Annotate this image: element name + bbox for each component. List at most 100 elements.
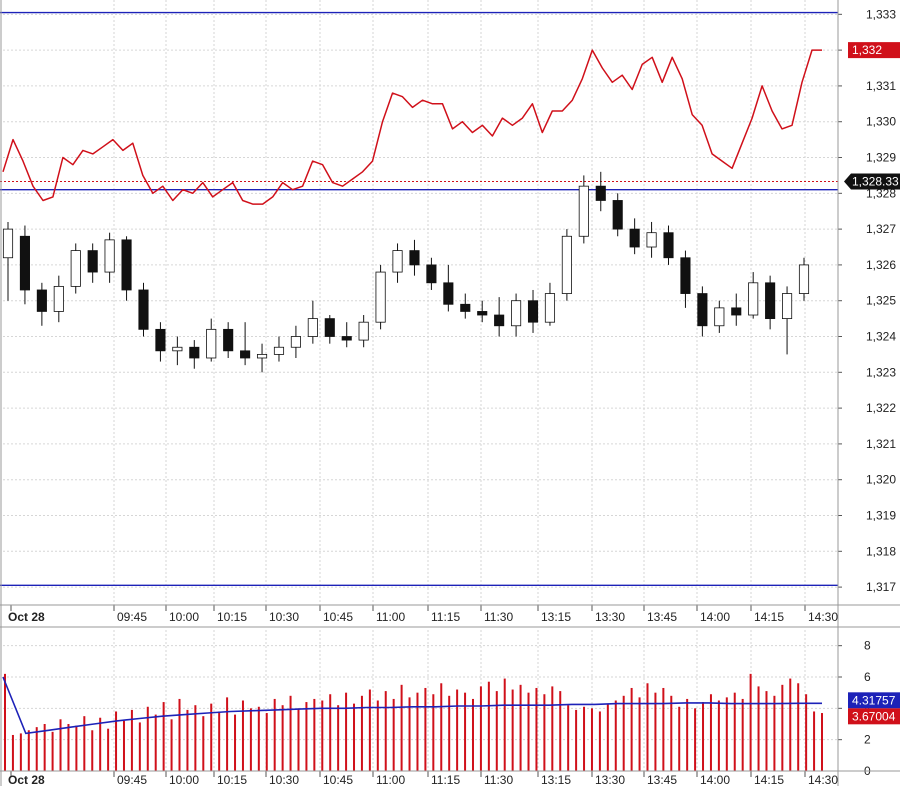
volume-bar — [805, 694, 808, 771]
candle-body — [680, 257, 691, 294]
volume-bar — [551, 686, 554, 771]
volume-bar — [265, 713, 268, 771]
volume-bar — [622, 695, 625, 771]
volume-bar — [590, 708, 593, 771]
volume-x-tick-label: Oct 28 — [8, 773, 45, 786]
volume-bar — [511, 689, 514, 771]
candle-body — [748, 282, 759, 316]
volume-bar — [638, 697, 641, 771]
candle-body — [494, 314, 505, 327]
price-y-tick-label: 1,319 — [866, 509, 896, 523]
volume-bar — [281, 705, 284, 771]
volume-bar — [83, 716, 86, 771]
candle-body — [595, 185, 606, 201]
volume-bar — [138, 722, 141, 771]
candle-body — [629, 228, 640, 248]
volume-y-tick-label: 6 — [864, 670, 871, 684]
volume-bar — [99, 717, 102, 771]
last-close-badge: 1,328.33 — [844, 173, 900, 190]
candle-body — [2, 228, 14, 259]
volume-x-tick-label: 10:00 — [169, 773, 199, 786]
volume-bar — [408, 697, 411, 771]
volume-bar — [384, 691, 387, 771]
candle-body — [87, 250, 98, 273]
volume-bar — [598, 711, 601, 771]
red-last-value-badge-label: 1,332 — [852, 43, 882, 57]
volume-bar — [606, 703, 609, 771]
candle-body — [138, 289, 149, 330]
price-x-tick-label: 14:15 — [754, 610, 784, 624]
last-close-badge-label: 1,328.33 — [852, 175, 899, 189]
volume-bar — [773, 695, 776, 771]
volume-bar — [122, 720, 125, 771]
volume-x-tick-label: 14:15 — [754, 773, 784, 786]
volume-bar — [59, 719, 62, 771]
volume-bar — [709, 694, 712, 771]
price-y-tick-label: 1,333 — [866, 7, 896, 21]
candle-body — [544, 293, 556, 323]
volume-bar — [170, 719, 173, 771]
volume-bar — [67, 724, 70, 771]
volume-x-tick-label: 13:15 — [541, 773, 571, 786]
candle-body — [121, 239, 132, 291]
volume-bar — [725, 697, 728, 771]
volume-bar — [400, 684, 403, 771]
candle-body — [19, 235, 30, 291]
volume-bar — [337, 705, 340, 771]
candle-body — [697, 293, 708, 327]
volume-bar — [567, 705, 570, 771]
candle-body — [70, 250, 81, 287]
volume-bar — [162, 702, 165, 771]
volume-bar — [821, 713, 823, 771]
volume-bar — [424, 687, 427, 771]
price-y-tick-label: 1,331 — [866, 79, 896, 93]
candle-body — [36, 289, 47, 312]
volume-bar — [194, 705, 197, 771]
volume-bar — [11, 734, 14, 771]
price-y-tick-label: 1,324 — [866, 330, 896, 344]
volume-x-tick-label: 13:30 — [595, 773, 625, 786]
volume-bar — [646, 683, 649, 771]
candle-body — [240, 350, 251, 359]
volume-bar — [234, 714, 237, 771]
volume-bar — [368, 689, 371, 771]
candle-body — [273, 346, 285, 355]
price-x-tick-label: 13:15 — [541, 610, 571, 624]
candle-body — [663, 232, 674, 259]
price-x-tick-label: Oct 28 — [8, 610, 45, 624]
price-y-tick-label: 1,327 — [866, 222, 896, 236]
volume-bar — [19, 733, 22, 771]
candle-body — [578, 185, 589, 237]
price-y-tick-label: 1,317 — [866, 580, 896, 594]
candle-body — [358, 321, 369, 341]
volume-bar — [440, 683, 443, 771]
volume-bar — [741, 698, 744, 771]
volume-average-badge-label: 4.31757 — [852, 693, 896, 707]
red-last-value-badge: 1,332 — [848, 42, 900, 59]
volume-bar — [305, 702, 308, 771]
volume-bar — [559, 691, 562, 771]
volume-last-badge-label: 3.67004 — [852, 709, 896, 723]
candle-body — [341, 336, 352, 341]
candle-body — [561, 235, 572, 294]
candle-body — [189, 346, 200, 359]
volume-bar — [702, 702, 705, 771]
volume-bar — [519, 684, 522, 771]
volume-bar — [107, 728, 110, 771]
volume-bar — [694, 708, 697, 771]
volume-bar — [218, 711, 221, 771]
volume-bar — [487, 681, 490, 771]
volume-y-tick-label: 2 — [864, 733, 871, 747]
volume-bar — [503, 678, 506, 771]
volume-bar — [678, 706, 681, 771]
candle-body — [53, 285, 64, 312]
candle-body — [527, 300, 539, 323]
candle-body — [782, 293, 793, 320]
chart-background — [0, 0, 900, 786]
volume-bar — [749, 673, 752, 771]
volume-bar — [717, 700, 720, 771]
volume-last-badge: 3.67004 — [848, 708, 900, 725]
volume-bar — [154, 714, 157, 771]
chart-svg: 1,3331,3321,3311,3301,3291,3281,3271,326… — [0, 0, 900, 787]
volume-x-tick-label: 10:15 — [217, 773, 247, 786]
